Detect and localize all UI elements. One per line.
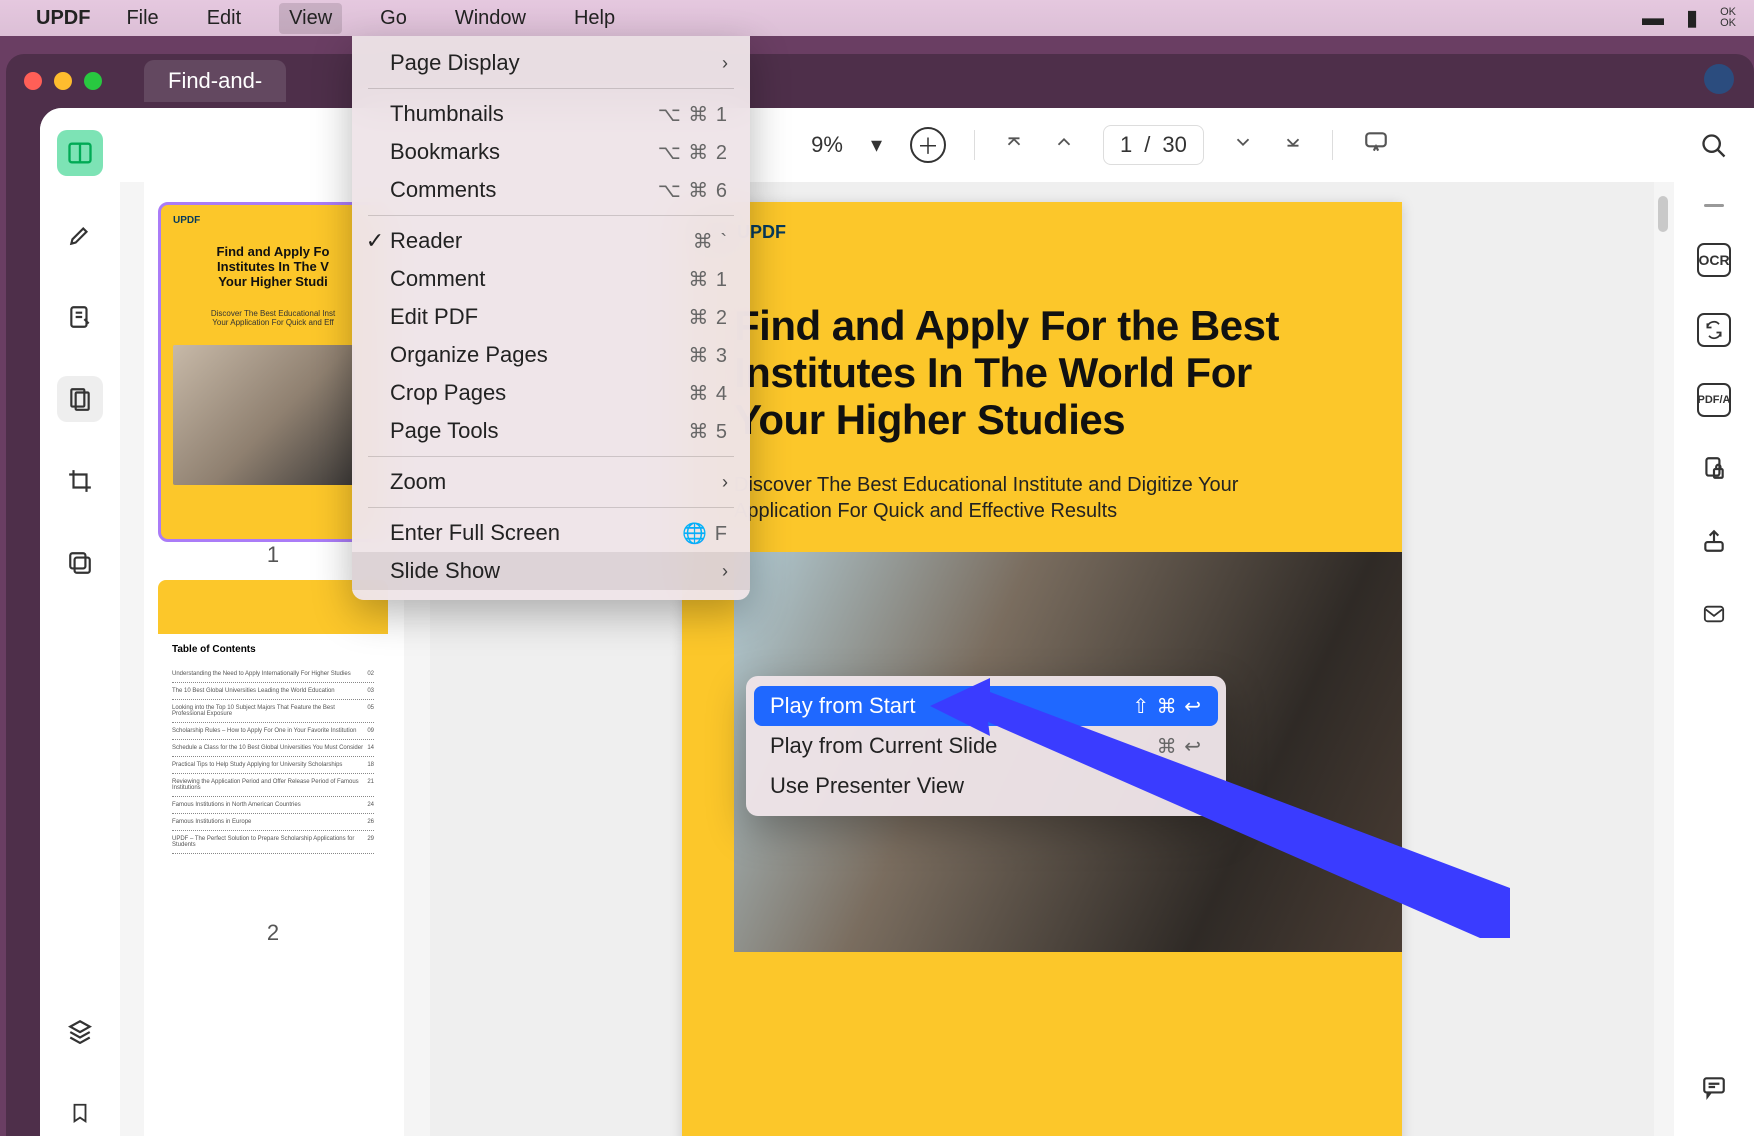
menu-go[interactable]: Go (370, 3, 417, 34)
total-pages: 30 (1162, 132, 1186, 158)
thumb-toc-lines: Understanding the Need to Apply Internat… (172, 666, 374, 854)
comments-panel-button[interactable] (1700, 1074, 1728, 1108)
pdfa-button[interactable]: PDF/A (1697, 383, 1731, 417)
edit-tool-button[interactable] (57, 294, 103, 340)
layers-button[interactable] (57, 1008, 103, 1054)
menu-thumbnails[interactable]: Thumbnails⌥ ⌘ 1 (352, 95, 750, 133)
menu-page-tools[interactable]: Page Tools⌘ 5 (352, 412, 750, 450)
toolbar-divider (1332, 130, 1333, 160)
left-rail (40, 108, 120, 1136)
page-indicator[interactable]: 1 / 30 (1103, 125, 1204, 165)
menu-edit-pdf[interactable]: Edit PDF⌘ 2 (352, 298, 750, 336)
statusbar-icon-2[interactable]: ▮ (1686, 5, 1698, 31)
menu-help[interactable]: Help (564, 3, 625, 34)
account-avatar[interactable] (1704, 64, 1734, 94)
content-area: OCR PDF/A 9% ▾ ＋ 1 / 30 (40, 108, 1754, 1136)
first-page-button[interactable] (1003, 131, 1025, 160)
right-rail: OCR PDF/A (1674, 108, 1754, 1136)
crop-tool-button[interactable] (57, 458, 103, 504)
titlebar: Find-and- (6, 54, 1754, 108)
menu-page-display[interactable]: Page Display› (352, 44, 750, 82)
presentation-button[interactable] (1361, 129, 1391, 162)
convert-button[interactable] (1697, 313, 1731, 347)
menu-comment-mode[interactable]: Comment⌘ 1 (352, 260, 750, 298)
slideshow-submenu: Play from Start⇧ ⌘ ↩ Play from Current S… (746, 676, 1226, 816)
menu-zoom[interactable]: Zoom› (352, 463, 750, 501)
protect-button[interactable] (1701, 453, 1727, 491)
thumbnail-2[interactable]: Table of Contents Understanding the Need… (158, 580, 388, 946)
vertical-scrollbar[interactable] (1658, 196, 1668, 232)
page-sep: / (1144, 132, 1150, 158)
thumb-headline: Find and Apply Fo Institutes In The V Yo… (173, 245, 373, 290)
highlight-tool-button[interactable] (57, 212, 103, 258)
organize-pages-button[interactable] (57, 376, 103, 422)
statusbar-icon-1[interactable]: ▬ (1642, 5, 1664, 31)
menu-organize-pages[interactable]: Organize Pages⌘ 3 (352, 336, 750, 374)
thumb-brand: UPDF (173, 215, 200, 226)
toolbar-divider (974, 130, 975, 160)
menu-crop-pages[interactable]: Crop Pages⌘ 4 (352, 374, 750, 412)
menu-enter-fullscreen[interactable]: Enter Full Screen🌐 F (352, 514, 750, 552)
menu-slide-show[interactable]: Slide Show› (352, 552, 750, 590)
current-page[interactable]: 1 (1120, 132, 1132, 158)
doc-headline: Find and Apply For the Best Institutes I… (734, 302, 1342, 443)
thumb-sub: Discover The Best Educational Inst Your … (173, 309, 373, 327)
search-icon[interactable] (1700, 132, 1728, 168)
submenu-use-presenter-view[interactable]: Use Presenter View⌥ ↩ (754, 766, 1218, 806)
menu-comments[interactable]: Comments⌥ ⌘ 6 (352, 171, 750, 209)
menu-bookmarks[interactable]: Bookmarks⌥ ⌘ 2 (352, 133, 750, 171)
thumb-toc-title: Table of Contents (172, 644, 256, 655)
menu-window[interactable]: Window (445, 3, 536, 34)
document-page: UPDF Find and Apply For the Best Institu… (682, 202, 1402, 1136)
app-name[interactable]: UPDF (36, 7, 90, 30)
rail-divider (1704, 204, 1724, 207)
menu-reader[interactable]: ✓Reader⌘ ` (352, 222, 750, 260)
mail-button[interactable] (1700, 599, 1728, 633)
app-window: Find-and- OCR PDF/A (6, 54, 1754, 1136)
zoom-in-button[interactable]: ＋ (910, 127, 946, 163)
macos-menubar: UPDF File Edit View Go Window Help ▬ ▮ O… (0, 0, 1754, 36)
next-page-button[interactable] (1232, 131, 1254, 160)
window-minimize-button[interactable] (54, 72, 72, 90)
doc-sub: Discover The Best Educational Institute … (734, 472, 1302, 524)
reader-mode-button[interactable] (57, 130, 103, 176)
prev-page-button[interactable] (1053, 131, 1075, 160)
thumb-photo (173, 345, 355, 485)
menu-view[interactable]: View (279, 3, 342, 34)
share-button[interactable] (1701, 527, 1727, 563)
submenu-play-from-current[interactable]: Play from Current Slide⌘ ↩ (754, 726, 1218, 766)
window-zoom-button[interactable] (84, 72, 102, 90)
bookmark-button[interactable] (57, 1090, 103, 1136)
last-page-button[interactable] (1282, 131, 1304, 160)
menu-edit[interactable]: Edit (197, 3, 251, 34)
submenu-play-from-start[interactable]: Play from Start⇧ ⌘ ↩ (754, 686, 1218, 726)
zoom-dropdown-icon[interactable]: ▾ (871, 132, 882, 158)
status-text: OK OK (1720, 7, 1736, 29)
view-menu-dropdown: Page Display› Thumbnails⌥ ⌘ 1 Bookmarks⌥… (352, 36, 750, 600)
window-close-button[interactable] (24, 72, 42, 90)
zoom-value[interactable]: 9% (811, 132, 843, 158)
menu-file[interactable]: File (116, 3, 168, 34)
batch-tool-button[interactable] (57, 540, 103, 586)
ocr-button[interactable]: OCR (1697, 243, 1731, 277)
document-tab[interactable]: Find-and- (144, 60, 286, 102)
thumb-2-number: 2 (158, 920, 388, 946)
